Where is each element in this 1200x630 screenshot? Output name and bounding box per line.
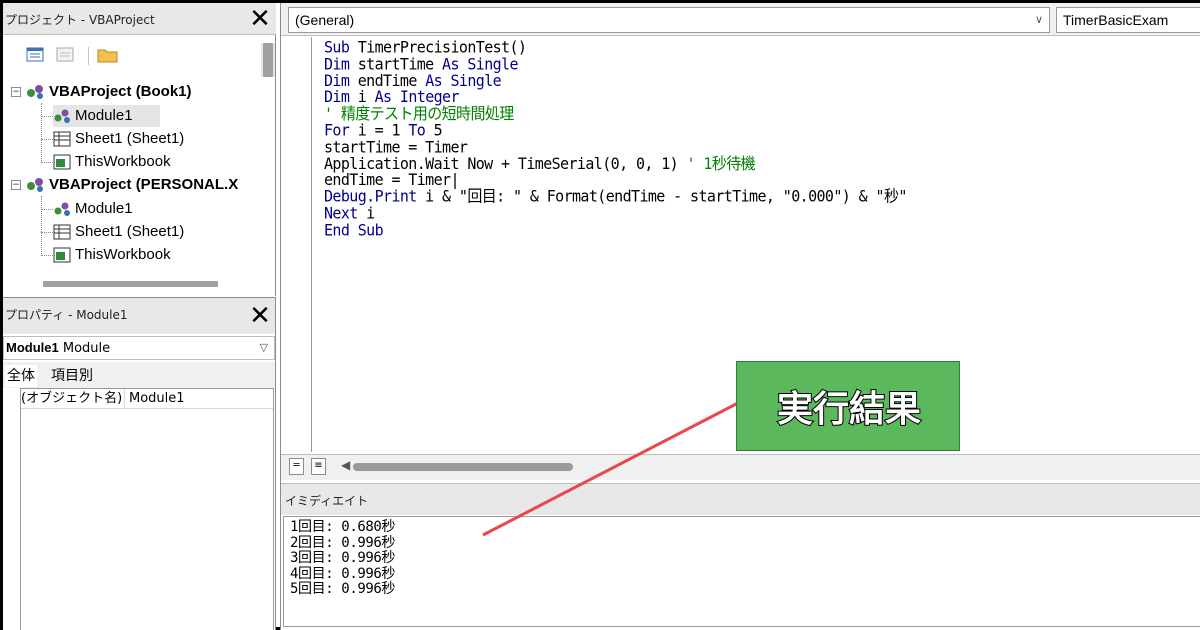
code-hscroll-thumb[interactable]	[353, 463, 573, 471]
code-line[interactable]: Next i	[324, 205, 907, 223]
tab-alphabetic[interactable]: 全体	[5, 365, 37, 387]
properties-grid: (オブジェクト名) Module1	[20, 388, 274, 630]
view-code-icon[interactable]	[25, 46, 45, 64]
toggle-folders-icon[interactable]	[97, 46, 118, 64]
code-margin-indicator-bar[interactable]	[281, 37, 312, 452]
collapse-icon[interactable]: −	[11, 180, 21, 190]
code-editor[interactable]: Sub TimerPrecisionTest() Dim startTime As…	[324, 39, 907, 239]
immediate-output-text: 1回目: 0.680秒 2回目: 0.996秒 3回目: 0.996秒 4回目: 0.…	[290, 519, 396, 598]
collapse-icon[interactable]: −	[11, 87, 21, 97]
tab-categorized[interactable]: 項目別	[49, 365, 95, 387]
properties-titlebar: プロパティ - Module1 ✕	[3, 298, 275, 334]
tree-item-label: VBAProject (PERSONAL.X	[49, 176, 239, 193]
immediate-output-line: 3回目: 0.996秒	[290, 550, 396, 567]
result-callout: 実行結果	[736, 361, 960, 451]
project-explorer-toolbar	[3, 36, 261, 78]
tree-item-label: Module1	[75, 107, 133, 124]
project-explorer-titlebar: プロジェクト - VBAProject ✕	[3, 3, 276, 35]
tree-item-thisworkbook[interactable]: ThisWorkbook	[53, 244, 253, 266]
procedure-combo-value: TimerBasicExam	[1063, 12, 1169, 28]
vba-project-icon	[25, 176, 47, 196]
project-explorer-title: プロジェクト - VBAProject	[5, 13, 155, 27]
immediate-output-line: 5回目: 0.996秒	[290, 581, 396, 598]
immediate-window: イミディエイト 1回目: 0.680秒 2回目: 0.996秒 3回目: 0.996…	[280, 483, 1200, 630]
properties-close-icon[interactable]: ✕	[247, 302, 273, 330]
code-line[interactable]: Debug.Print i & "回目: " & Format(endTime …	[324, 187, 907, 207]
scroll-left-icon[interactable]: ◀	[341, 458, 350, 472]
tree-item-module1[interactable]: Module1	[53, 198, 253, 220]
toolbar-separator	[88, 47, 89, 65]
tree-item-module1[interactable]: Module1	[53, 105, 160, 127]
procedure-combo[interactable]: TimerBasicExam	[1056, 7, 1200, 33]
tree-item-project-personal[interactable]: VBAProject (PERSONAL.X	[25, 174, 275, 196]
callout-label: 実行結果	[776, 388, 922, 431]
project-tree: − VBAProject (Book1) Module1 Sheet1 (She…	[3, 79, 276, 269]
project-explorer-scrollbar[interactable]	[261, 43, 275, 77]
tree-item-label: Sheet1 (Sheet1)	[75, 223, 185, 240]
scrollbar-thumb[interactable]	[263, 43, 273, 77]
property-value[interactable]: Module1	[129, 389, 185, 409]
vba-project-icon	[25, 83, 47, 108]
project-explorer-hscroll-thumb[interactable]	[43, 281, 218, 287]
tree-item-label: ThisWorkbook	[75, 153, 171, 170]
tree-item-sheet1[interactable]: Sheet1 (Sheet1)	[53, 221, 253, 243]
immediate-output-line: 4回目: 0.996秒	[290, 565, 396, 582]
view-object-icon[interactable]	[55, 46, 75, 64]
tree-item-label: VBAProject (Book1)	[49, 83, 192, 100]
object-type: Module	[62, 341, 111, 356]
tree-item-project-book1[interactable]: VBAProject (Book1)	[25, 81, 275, 103]
property-row[interactable]: (オブジェクト名) Module1	[21, 389, 273, 409]
code-token: i & "回目: " & Format(endTime - startTime,…	[425, 187, 907, 207]
tree-item-sheet1[interactable]: Sheet1 (Sheet1)	[53, 128, 253, 150]
tree-item-label: Sheet1 (Sheet1)	[75, 130, 185, 147]
object-name: Module1	[6, 340, 59, 355]
properties-tabs: 全体 項目別	[3, 362, 275, 388]
code-combo-bar: (General) ∨ TimerBasicExam	[281, 3, 1200, 36]
tree-item-label: Module1	[75, 200, 133, 217]
immediate-titlebar: イミディエイト	[281, 483, 1200, 515]
properties-panel: プロパティ - Module1 ✕ Module1 Module ▽ 全体 項目…	[3, 297, 276, 630]
tree-item-thisworkbook[interactable]: ThisWorkbook	[53, 151, 253, 173]
code-bottom-bar: ═ ≡ ◀	[281, 454, 1200, 480]
workbook-icon	[53, 247, 71, 270]
property-key: (オブジェクト名)	[21, 389, 125, 409]
chevron-down-icon: ▽	[259, 341, 268, 354]
properties-object-select[interactable]: Module1 Module ▽	[3, 336, 275, 360]
properties-title: プロパティ - Module1	[5, 308, 128, 322]
code-token: End Sub	[324, 220, 384, 240]
immediate-output-area[interactable]: 1回目: 0.680秒 2回目: 0.996秒 3回目: 0.996秒 4回目: 0.…	[283, 516, 1200, 627]
code-token: ' 1秒待機	[686, 154, 756, 173]
project-explorer-panel: プロジェクト - VBAProject ✕ − VBAProject (Book…	[3, 3, 276, 296]
full-module-view-button[interactable]: ≡	[311, 458, 326, 475]
immediate-output-line: 2回目: 0.996秒	[290, 534, 396, 551]
immediate-output-line: 1回目: 0.680秒	[290, 519, 396, 535]
immediate-title: イミディエイト	[285, 494, 369, 508]
chevron-down-icon: ∨	[1034, 14, 1043, 26]
code-line[interactable]: End Sub	[324, 222, 907, 239]
tree-item-label: ThisWorkbook	[75, 246, 171, 263]
procedure-view-button[interactable]: ═	[289, 458, 304, 475]
object-combo[interactable]: (General) ∨	[288, 7, 1050, 33]
object-combo-value: (General)	[295, 12, 355, 28]
project-explorer-close-icon[interactable]: ✕	[247, 5, 273, 33]
